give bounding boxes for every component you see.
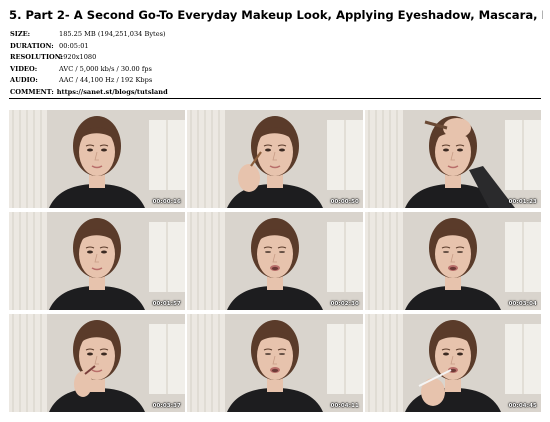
right-eye	[457, 251, 463, 253]
thumbnail-timestamp: 00:04:45	[508, 403, 537, 409]
right-eye	[279, 353, 285, 355]
thumbnail-frame[interactable]: 00:01:23	[365, 110, 541, 208]
left-eye	[265, 148, 271, 152]
hand	[238, 164, 260, 192]
meta-video-value: AVC / 5,000 kb/s / 30.00 fps	[59, 64, 152, 73]
thumbnail-illustration	[187, 212, 363, 310]
meta-resolution-row: RESOLUTION: 1920x1080	[10, 52, 540, 64]
thumbnail-illustration	[365, 212, 541, 310]
mouth-inner	[271, 368, 279, 373]
right-eye	[101, 148, 107, 152]
right-eye	[101, 250, 107, 254]
thumbnail-frame[interactable]: 00:04:11	[187, 314, 363, 412]
thumbnail-timestamp: 00:01:57	[152, 301, 181, 307]
meta-duration-row: DURATION: 00:05:01	[10, 41, 540, 53]
left-eye	[87, 250, 93, 254]
right-eye	[101, 352, 107, 356]
thumbnail-timestamp: 00:04:11	[330, 403, 359, 409]
left-eye	[265, 251, 271, 253]
thumbnail-illustration	[9, 314, 185, 412]
left-eye	[443, 148, 449, 152]
thumbnail-illustration	[187, 314, 363, 412]
right-eye	[279, 251, 285, 253]
hand	[74, 371, 92, 397]
thumbnail-timestamp: 00:01:23	[508, 199, 537, 205]
thumbnail-frame[interactable]: 00:02:30	[187, 212, 363, 310]
left-eye	[443, 352, 449, 356]
thumbnail-illustration	[9, 110, 185, 208]
meta-audio-value: AAC / 44,100 Hz / 192 Kbps	[59, 76, 153, 85]
thumbnail-frame[interactable]: 00:00:50	[187, 110, 363, 208]
meta-comment-row: COMMENT: https://sanet.st/blogs/tutsland	[10, 87, 540, 99]
thumbnail-timestamp: 00:00:16	[152, 199, 181, 205]
meta-audio-row: AUDIO: AAC / 44,100 Hz / 192 Kbps	[10, 75, 540, 87]
meta-audio-label: AUDIO:	[10, 76, 38, 85]
meta-duration-value: 00:05:01	[59, 41, 89, 50]
left-eye	[87, 148, 93, 152]
right-eye	[457, 352, 463, 356]
left-eye	[443, 251, 449, 253]
mouth-inner	[449, 266, 457, 271]
thumbnail-grid: 00:00:16 00:00:50 00:01:23 00:01:57 00:0…	[9, 110, 541, 412]
contact-sheet: 5. Part 2- A Second Go-To Everyday Makeu…	[0, 0, 550, 422]
thumbnail-timestamp: 00:00:50	[330, 199, 359, 205]
left-eye	[87, 352, 93, 356]
meta-comment-label: COMMENT:	[10, 87, 54, 96]
thumbnail-timestamp: 00:03:37	[152, 403, 181, 409]
meta-size-value: 185.25 MB (194,251,034 Bytes)	[59, 30, 166, 38]
left-eye	[265, 353, 271, 355]
thumbnail-timestamp: 00:03:04	[508, 301, 537, 307]
meta-size-label: SIZE:	[10, 30, 31, 38]
meta-size-row: SIZE: 185.25 MB (194,251,034 Bytes)	[10, 29, 540, 41]
thumbnail-illustration	[365, 110, 541, 208]
right-eye	[457, 148, 463, 152]
hand	[443, 118, 471, 138]
thumbnail-frame[interactable]: 00:04:45	[365, 314, 541, 412]
thumbnail-illustration	[187, 110, 363, 208]
mouth-inner	[271, 266, 279, 271]
header-divider	[9, 98, 541, 99]
right-eye	[279, 148, 285, 152]
thumbnail-frame[interactable]: 00:00:16	[9, 110, 185, 208]
meta-resolution-value: 1920x1080	[59, 53, 97, 62]
thumbnail-frame[interactable]: 00:01:57	[9, 212, 185, 310]
meta-comment-value: https://sanet.st/blogs/tutsland	[56, 87, 168, 96]
thumbnail-frame[interactable]: 00:03:37	[9, 314, 185, 412]
meta-video-label: VIDEO:	[10, 64, 38, 73]
thumbnail-illustration	[9, 212, 185, 310]
thumbnail-illustration	[365, 314, 541, 412]
meta-duration-label: DURATION:	[10, 41, 54, 50]
video-metadata: SIZE: 185.25 MB (194,251,034 Bytes) DURA…	[10, 29, 540, 99]
meta-resolution-label: RESOLUTION:	[10, 53, 63, 62]
thumbnail-timestamp: 00:02:30	[330, 301, 359, 307]
thumbnail-frame[interactable]: 00:03:04	[365, 212, 541, 310]
meta-video-row: VIDEO: AVC / 5,000 kb/s / 30.00 fps	[10, 64, 540, 76]
video-title: 5. Part 2- A Second Go-To Everyday Makeu…	[9, 8, 543, 22]
